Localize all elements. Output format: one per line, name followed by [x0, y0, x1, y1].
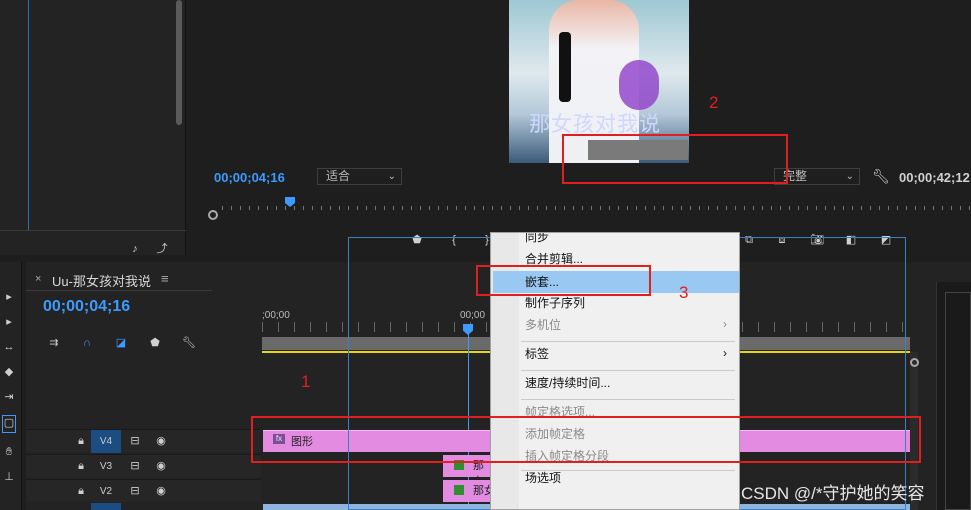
- sequence-tab[interactable]: Uu-那女孩对我说: [52, 271, 151, 290]
- scroll-knob[interactable]: [910, 358, 919, 367]
- ripple-tool-icon[interactable]: ↔: [2, 340, 16, 354]
- eye-icon[interactable]: ◉: [154, 484, 168, 498]
- program-timecode: 00;00;04;16: [214, 170, 285, 185]
- chevron-down-icon: ⌄: [845, 171, 854, 182]
- lock-icon[interactable]: 🔒︎: [74, 484, 88, 498]
- menu-item-label[interactable]: 标签: [525, 344, 549, 364]
- sync-lock-icon[interactable]: ⊟: [128, 434, 142, 448]
- wrench-icon[interactable]: 🔧︎: [872, 169, 890, 183]
- menu-separator: [521, 341, 735, 342]
- track-header-v2[interactable]: 🔒︎ V2 ⊟ ◉: [26, 479, 261, 502]
- audio-meter: [945, 292, 971, 510]
- menu-item-field-options[interactable]: 场选项: [525, 468, 561, 488]
- annotation-box-1: [251, 416, 921, 463]
- lock-icon[interactable]: 🔒︎: [74, 459, 88, 473]
- annotation-label-3: 3: [679, 283, 689, 302]
- hand-tool-icon[interactable]: ✋︎: [2, 445, 16, 459]
- track-label-v3: V3: [99, 461, 113, 472]
- audio-meter-panel: [936, 282, 971, 510]
- watermark: CSDN @/*守护她的笑容: [741, 484, 925, 503]
- track-label-v2: V2: [99, 486, 113, 497]
- eye-icon[interactable]: ◉: [154, 434, 168, 448]
- track-label-v4: V4: [99, 436, 113, 447]
- annotation-box-3: [476, 265, 651, 296]
- linked-selection-icon[interactable]: ◪: [114, 336, 128, 350]
- program-scrubber[interactable]: [208, 197, 971, 220]
- source-panel: ♪ ⤴: [0, 0, 186, 255]
- close-icon[interactable]: ×: [35, 273, 41, 285]
- slip-tool-icon[interactable]: ⇥: [2, 390, 16, 404]
- sync-lock-icon[interactable]: ⊟: [128, 484, 142, 498]
- menu-separator: [521, 370, 735, 371]
- snap-icon[interactable]: ∩: [80, 336, 94, 350]
- sync-lock-icon[interactable]: ⊟: [128, 459, 142, 473]
- track-target-v1[interactable]: [91, 503, 121, 510]
- ruler-start-label: ;00;00: [262, 310, 290, 321]
- fit-select[interactable]: 适合 ⌄: [317, 168, 402, 185]
- insert-nest-icon[interactable]: ⇉: [47, 336, 61, 350]
- razor-tool-icon[interactable]: ◆: [2, 365, 16, 379]
- purple-light: [619, 60, 659, 110]
- menu-separator: [521, 399, 735, 400]
- timeline-timecode: 00;00;04;16: [43, 298, 131, 315]
- menu-item-make-subsequence[interactable]: 制作子序列: [525, 293, 585, 313]
- eye-icon[interactable]: ◉: [154, 459, 168, 473]
- selection-tool-icon[interactable]: ▸: [2, 290, 16, 304]
- submenu-arrow-icon: ›: [723, 346, 727, 360]
- timeline-settings-wrench-icon[interactable]: 🔧︎: [182, 336, 196, 350]
- fit-select-value: 适合: [326, 169, 351, 183]
- menu-item-multicam[interactable]: 多机位: [525, 315, 561, 335]
- annotation-label-2: 2: [709, 93, 719, 112]
- tab-underline: [26, 290, 212, 291]
- sequence-menu-icon[interactable]: ≡: [161, 271, 169, 286]
- audio-icon[interactable]: ♪: [128, 242, 142, 256]
- source-bottom-divider: [0, 230, 186, 231]
- track-header-v4[interactable]: 🔒︎ V4 ⊟ ◉: [26, 429, 261, 453]
- menu-item-speed-duration[interactable]: 速度/持续时间...: [525, 373, 610, 393]
- lock-icon[interactable]: 🔒︎: [74, 434, 88, 448]
- text-tool-icon[interactable]: ⊥: [2, 470, 16, 484]
- submenu-arrow-icon: ›: [723, 317, 727, 331]
- track-select-tool-icon[interactable]: ▸: [2, 315, 16, 329]
- annotation-box-2: [562, 134, 788, 184]
- scrubber-track: [222, 206, 971, 210]
- microphone: [559, 32, 571, 102]
- source-scrollbar[interactable]: [176, 0, 182, 125]
- track-header-v3[interactable]: 🔒︎ V3 ⊟ ◉: [26, 454, 261, 477]
- tools-panel: ▸ ▸ ↔ ◆ ⇥ ▢ ✋︎ ⊥: [0, 262, 22, 510]
- scrubber-start-handle[interactable]: [208, 210, 218, 220]
- program-duration: 00;00;42;12: [899, 170, 970, 185]
- pen-tool-icon[interactable]: ▢: [2, 415, 16, 433]
- add-marker-icon[interactable]: ⬟: [148, 336, 162, 350]
- program-monitor: 那女孩对我说 00;00;04;16 适合 ⌄ 完整 ⌄ 🔧︎ 00;00;42…: [192, 0, 971, 255]
- export-icon[interactable]: ⤴: [155, 242, 169, 256]
- menu-item-sync[interactable]: 同步: [525, 233, 549, 247]
- chevron-down-icon: ⌄: [387, 171, 396, 182]
- source-playhead-line: [28, 0, 29, 230]
- annotation-label-1: 1: [301, 372, 311, 391]
